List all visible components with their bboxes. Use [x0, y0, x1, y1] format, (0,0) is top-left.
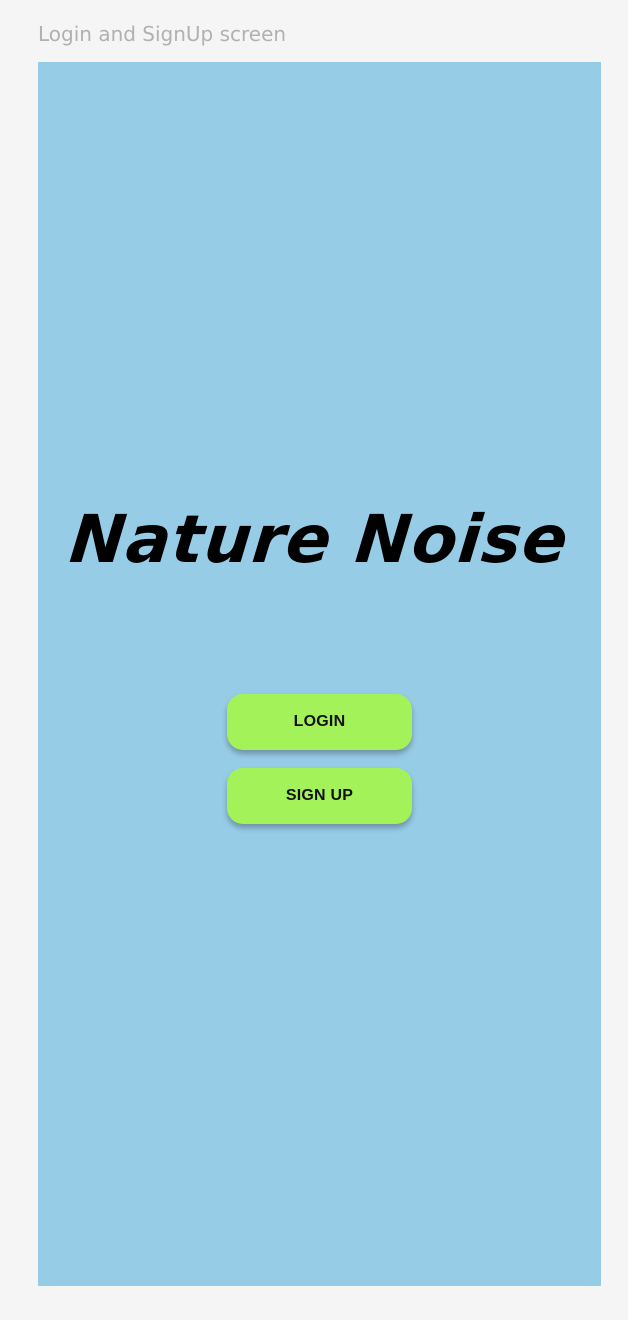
design-canvas: Login and SignUp screen Nature Noise LOG… [0, 0, 628, 1320]
frame-label[interactable]: Login and SignUp screen [38, 20, 286, 48]
login-signup-screen: Nature Noise LOGIN SIGN UP [38, 62, 601, 1286]
sign-up-button[interactable]: SIGN UP [227, 768, 412, 824]
login-button[interactable]: LOGIN [227, 694, 412, 750]
app-title: Nature Noise [66, 501, 573, 578]
